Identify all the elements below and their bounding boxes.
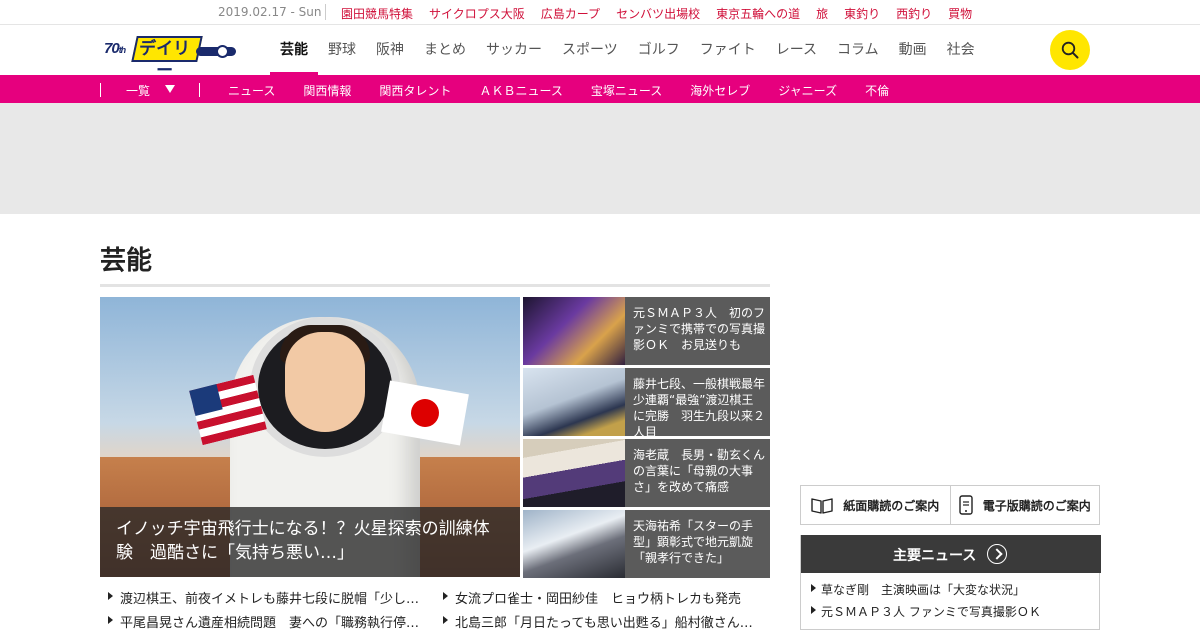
side-story[interactable]: 海老蔵 長男・勸玄くんの言葉に「母親の大事さ」を改めて痛感	[523, 439, 770, 507]
nav-golf[interactable]: ゴルフ	[628, 25, 690, 75]
side-story[interactable]: 天海祐希「スターの手型」顕彰式で地元凱旋「親孝行できた」	[523, 510, 770, 578]
ad-placeholder	[0, 103, 1200, 214]
major-news-header[interactable]: 主要ニュース	[801, 535, 1101, 573]
side-story-title: 藤井七段、一般棋戦最年少連覇“最強”渡辺棋王に完勝 羽生九段以来２人目	[633, 377, 766, 436]
open-book-icon	[811, 498, 833, 514]
major-news-item[interactable]: 元ＳＭＡＰ３人 ファンミで写真撮影ＯＫ	[811, 603, 1041, 625]
chevron-down-icon[interactable]	[165, 85, 175, 93]
subnav-kansai-talent[interactable]: 関西タレント	[379, 82, 451, 99]
story-thumbnail	[523, 297, 625, 365]
divider	[100, 284, 770, 287]
side-story-title: 海老蔵 長男・勸玄くんの言葉に「母親の大事さ」を改めて痛感	[633, 448, 766, 494]
digital-subscription-label: 電子版購読のご案内	[982, 498, 1091, 513]
top-link-cyclops-osaka[interactable]: サイクロプス大阪	[429, 5, 525, 22]
story-thumbnail	[523, 368, 625, 436]
top-link-hiroshima-carp[interactable]: 広島カープ	[541, 5, 600, 22]
subnav-kansai-info[interactable]: 関西情報	[303, 82, 351, 99]
major-news-panel: 主要ニュース 草なぎ剛 主演映画は「大変な状況」 元ＳＭＡＰ３人 ファンミで写真…	[800, 535, 1101, 630]
nav-society[interactable]: 社会	[937, 25, 985, 75]
nav-column[interactable]: コラム	[827, 25, 889, 75]
digital-subscription-button[interactable]: 電子版購読のご案内	[949, 486, 1100, 524]
top-links: 園田競馬特集 サイクロプス大阪 広島カープ センバツ出場校 東京五輪への道 旅 …	[341, 5, 972, 22]
nav-hanshin[interactable]: 阪神	[366, 25, 414, 75]
subnav-johnnys[interactable]: ジャニーズ	[778, 82, 837, 99]
story-thumbnail	[523, 439, 625, 507]
chevron-right-icon	[987, 544, 1007, 564]
side-story[interactable]: 藤井七段、一般棋戦最年少連覇“最強”渡辺棋王に完勝 羽生九段以来２人目	[523, 368, 770, 436]
nav-video[interactable]: 動画	[889, 25, 937, 75]
nav-soccer[interactable]: サッカー	[476, 25, 552, 75]
page-title: 芸能	[100, 246, 153, 276]
subnav-news[interactable]: ニュース	[228, 82, 275, 99]
subnav-takarazuka-news[interactable]: 宝塚ニュース	[591, 82, 662, 99]
top-link-bar: 2019.02.17 - Sun 園田競馬特集 サイクロプス大阪 広島カープ セ…	[0, 0, 1200, 25]
story-thumbnail	[523, 510, 625, 578]
top-link-travel[interactable]: 旅	[816, 5, 828, 22]
search-icon	[1061, 41, 1079, 59]
subnav-affair[interactable]: 不倫	[865, 82, 889, 99]
search-button[interactable]	[1050, 30, 1090, 70]
headline-link[interactable]: 女流プロ雀士・岡田紗佳 ヒョウ柄トレカも発売	[443, 588, 741, 607]
nav-baseball[interactable]: 野球	[318, 25, 366, 75]
hero-caption: イノッチ宇宙飛行士になる！？火星探索の訓練体験 過酷さに「気持ち悪い…」	[100, 507, 520, 577]
headline-link[interactable]: 北島三郎「月日たっても思い出甦る」船村徹さん…	[443, 612, 753, 630]
divider	[199, 83, 200, 97]
hero-face-shape	[285, 332, 365, 432]
smartphone-icon	[959, 495, 973, 515]
logo-anniversary: 70th	[104, 40, 126, 57]
paper-subscription-label: 紙面購読のご案内	[843, 498, 940, 513]
category-subnav: 一覧 ニュース 関西情報 関西タレント ＡＫＢニュース 宝塚ニュース 海外セレブ…	[0, 75, 1200, 103]
nav-entertainment[interactable]: 芸能	[270, 25, 318, 75]
subnav-links: ニュース 関西情報 関西タレント ＡＫＢニュース 宝塚ニュース 海外セレブ ジャ…	[228, 82, 889, 99]
side-story-title: 天海祐希「スターの手型」顕彰式で地元凱旋「親孝行できた」	[633, 519, 754, 565]
nav-sports[interactable]: スポーツ	[552, 25, 628, 75]
side-story-title: 元ＳＭＡＰ３人 初のファンミで携帯での写真撮影ＯＫ お見送りも	[633, 306, 766, 352]
subnav-akb-news[interactable]: ＡＫＢニュース	[479, 82, 562, 99]
major-news-list: 草なぎ剛 主演映画は「大変な状況」 元ＳＭＡＰ３人 ファンミで写真撮影ＯＫ	[811, 581, 1041, 625]
top-link-sonoda-keiba[interactable]: 園田競馬特集	[341, 5, 413, 22]
site-header: 70th デイリー 芸能 野球 阪神 まとめ サッカー スポーツ ゴルフ ファイ…	[0, 25, 1200, 81]
top-link-west-fishing[interactable]: 西釣り	[896, 5, 932, 22]
top-link-senbatsu[interactable]: センバツ出場校	[616, 5, 700, 22]
paper-subscription-button[interactable]: 紙面購読のご案内	[801, 486, 950, 524]
top-link-tokyo-olympics[interactable]: 東京五輪への道	[716, 5, 800, 22]
nav-race[interactable]: レース	[766, 25, 827, 75]
major-news-title: 主要ニュース	[893, 548, 977, 564]
major-news-item[interactable]: 草なぎ剛 主演映画は「大変な状況」	[811, 581, 1041, 603]
main-nav: 芸能 野球 阪神 まとめ サッカー スポーツ ゴルフ ファイト レース コラム …	[270, 25, 985, 75]
nav-matome[interactable]: まとめ	[414, 25, 476, 75]
logo-wordmark: デイリー	[131, 36, 203, 81]
current-date: 2019.02.17 - Sun	[218, 5, 322, 19]
hero-story[interactable]: イノッチ宇宙飛行士になる！？火星探索の訓練体験 過酷さに「気持ち悪い…」	[100, 297, 520, 577]
logo-ball-shape	[216, 45, 229, 58]
subnav-all-button[interactable]: 一覧	[126, 82, 150, 99]
top-link-east-fishing[interactable]: 東釣り	[844, 5, 880, 22]
subscription-links: 紙面購読のご案内 電子版購読のご案内	[800, 485, 1100, 525]
subnav-overseas-celeb[interactable]: 海外セレブ	[690, 82, 750, 99]
site-logo[interactable]: 70th デイリー	[104, 36, 236, 81]
divider	[325, 4, 326, 20]
headline-link[interactable]: 渡辺棋王、前夜イメトレも藤井七段に脱帽「少し…	[108, 588, 419, 607]
top-link-shopping[interactable]: 買物	[948, 5, 972, 22]
nav-fight[interactable]: ファイト	[690, 25, 766, 75]
divider	[100, 83, 101, 97]
side-story[interactable]: 元ＳＭＡＰ３人 初のファンミで携帯での写真撮影ＯＫ お見送りも	[523, 297, 770, 365]
headline-link[interactable]: 平尾昌晃さん遺産相続問題 妻への「職務執行停…	[108, 612, 419, 630]
